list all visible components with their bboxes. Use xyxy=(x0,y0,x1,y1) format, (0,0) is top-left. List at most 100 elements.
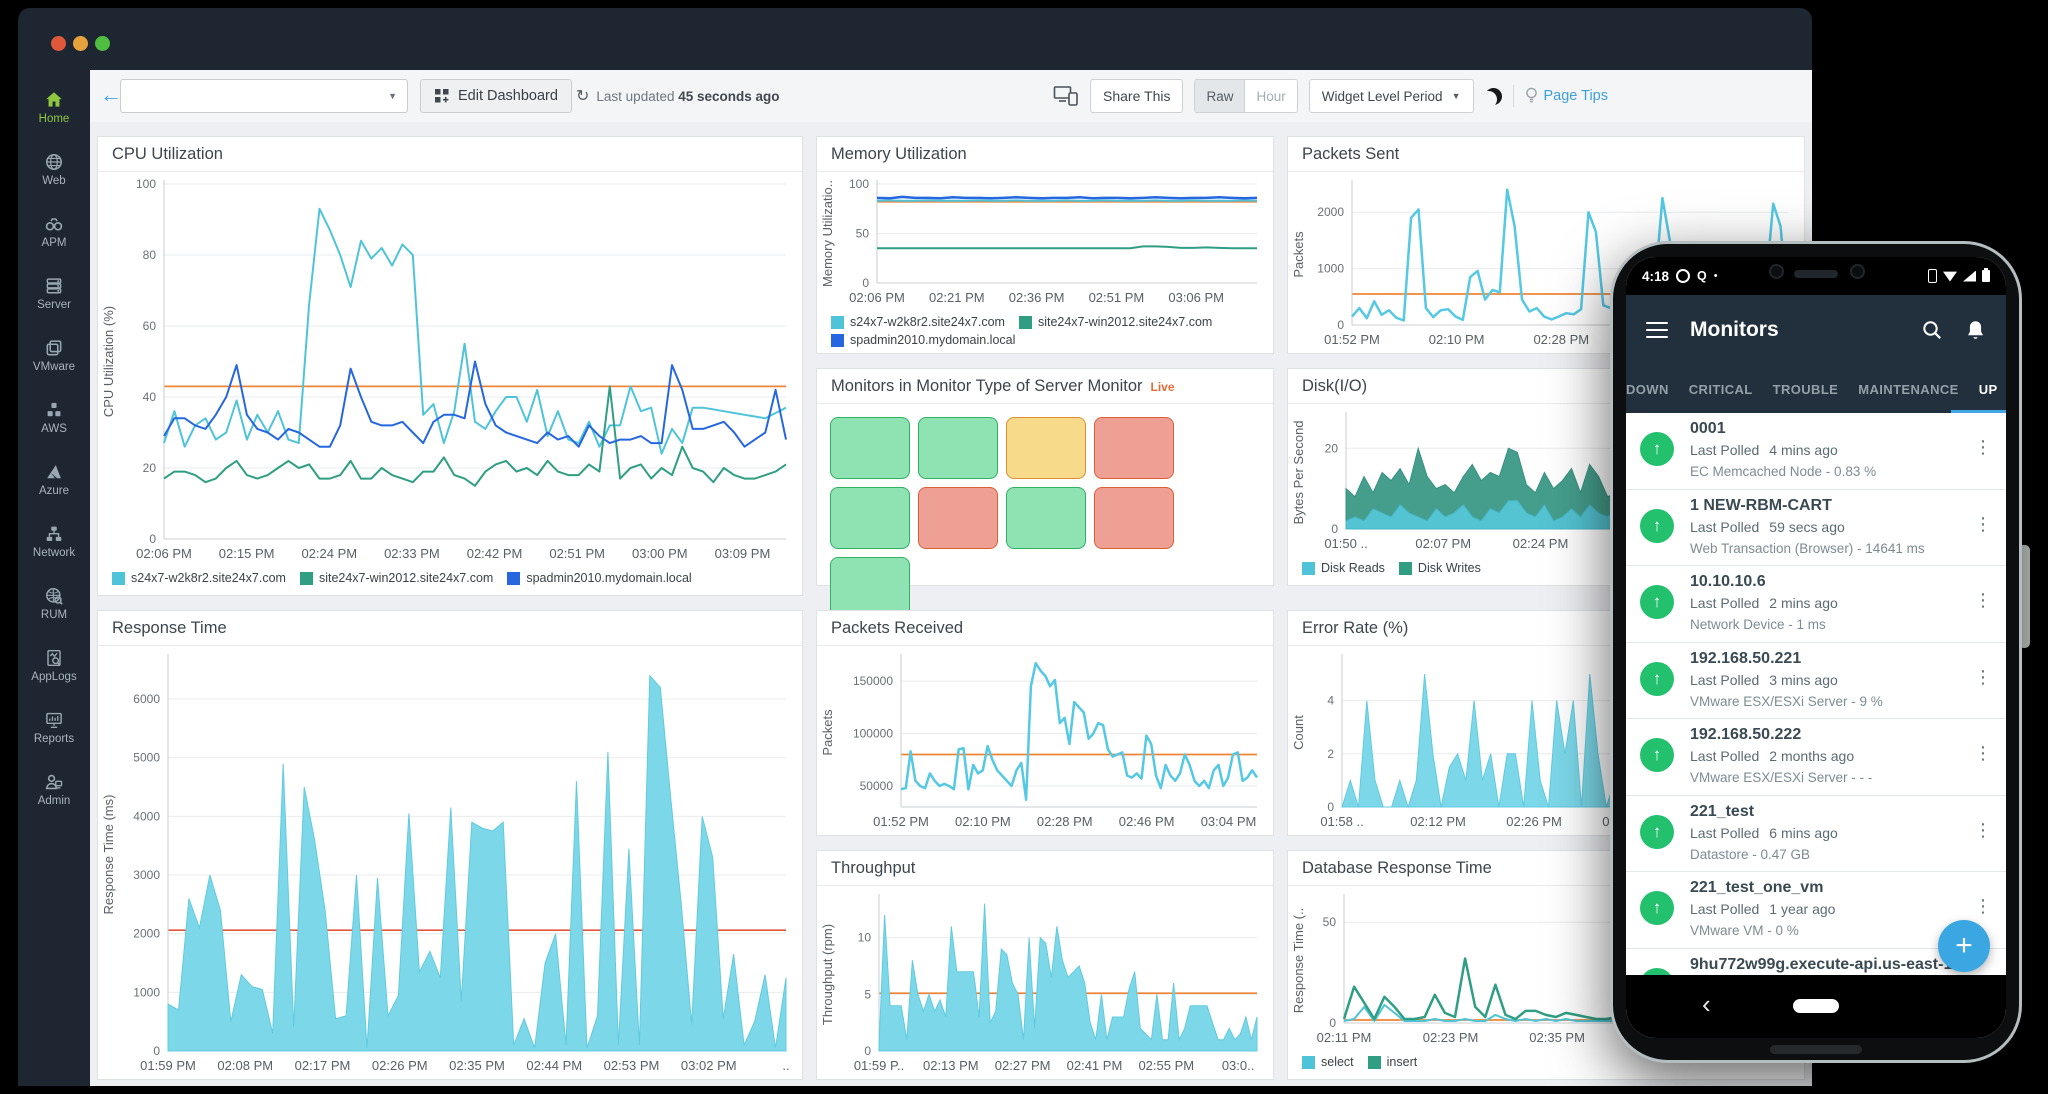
panel-cpu-utilization: CPU Utilization 02040608010002:06 PM02:1… xyxy=(97,136,803,596)
edit-dashboard-label: Edit Dashboard xyxy=(458,88,558,104)
edit-dashboard-button[interactable]: Edit Dashboard xyxy=(420,79,572,113)
monitor-last-polled: Last Polled6 mins ago xyxy=(1690,825,1838,841)
phone-tab-down[interactable]: DOWN xyxy=(1626,365,1679,413)
kebab-menu-icon[interactable]: ⋮ xyxy=(1974,896,1992,917)
sidebar-item-rum[interactable]: RUM xyxy=(18,586,90,621)
home-icon xyxy=(44,90,64,110)
monitor-tile-up[interactable] xyxy=(830,417,910,479)
monitor-tile-trouble[interactable] xyxy=(1006,417,1086,479)
svg-text:0: 0 xyxy=(864,1044,871,1058)
panel-packets-received: Packets Received 5000010000015000001:52 … xyxy=(816,610,1274,836)
response-time-chart[interactable]: 010002000300040005000600001:59 PM02:08 P… xyxy=(98,646,802,1079)
svg-text:20: 20 xyxy=(143,461,157,475)
monitor-tile-critical[interactable] xyxy=(1094,417,1174,479)
cpu-utilization-chart[interactable]: 02040608010002:06 PM02:15 PM02:24 PM02:3… xyxy=(98,172,802,567)
sidebar-item-reports[interactable]: Reports xyxy=(18,710,90,745)
refresh-icon[interactable]: ↻ xyxy=(576,86,589,106)
monitor-tile-critical[interactable] xyxy=(1094,487,1174,549)
window-close-button[interactable] xyxy=(51,36,66,51)
nav-back-icon[interactable]: ‹ xyxy=(1702,989,1711,1020)
hamburger-menu-icon[interactable] xyxy=(1646,322,1668,339)
raw-segment[interactable]: Raw xyxy=(1195,80,1244,112)
monitor-info: Web Transaction (Browser) - 14641 ms xyxy=(1690,541,1925,556)
legend-item: select xyxy=(1302,1055,1354,1069)
sidebar-item-admin[interactable]: Admin xyxy=(18,772,90,807)
status-up-icon: ↑ xyxy=(1640,891,1674,925)
svg-text:50: 50 xyxy=(1323,915,1337,929)
dark-mode-moon-icon[interactable] xyxy=(1485,88,1502,105)
svg-text:03:0..: 03:0.. xyxy=(1222,1058,1255,1073)
svg-text:03:02 PM: 03:02 PM xyxy=(681,1058,737,1073)
monitor-tile-up[interactable] xyxy=(1006,487,1086,549)
lightbulb-icon xyxy=(1525,87,1538,105)
phone-tab-trouble[interactable]: TROUBLE xyxy=(1763,365,1849,413)
back-arrow-icon[interactable]: ← xyxy=(100,82,122,108)
toolbar-divider xyxy=(1513,85,1514,107)
add-monitor-fab[interactable]: + xyxy=(1938,920,1990,972)
vmware-icon xyxy=(44,338,64,358)
server-icon xyxy=(44,276,64,296)
phone-tab-up[interactable]: UP xyxy=(1969,365,2006,413)
monitor-name: 10.10.10.6 xyxy=(1690,573,1766,591)
azure-icon xyxy=(44,462,64,482)
svg-text:CPU Utilization (%): CPU Utilization (%) xyxy=(101,306,116,417)
sidebar-item-aws[interactable]: AWS xyxy=(18,400,90,435)
devices-icon[interactable] xyxy=(1053,85,1079,107)
monitor-tile-up[interactable] xyxy=(918,417,998,479)
svg-text:02:15 PM: 02:15 PM xyxy=(219,546,275,561)
phone-screen: 4:18 Q • Monitors xyxy=(1626,257,2006,1038)
window-zoom-button[interactable] xyxy=(95,36,110,51)
kebab-menu-icon[interactable]: ⋮ xyxy=(1974,743,1992,764)
nav-home-pill[interactable] xyxy=(1793,999,1839,1013)
admin-icon xyxy=(44,772,64,792)
svg-text:02:51 PM: 02:51 PM xyxy=(1089,290,1145,305)
phone-tab-critical[interactable]: CRITICAL xyxy=(1679,365,1763,413)
svg-text:01:50 ..: 01:50 .. xyxy=(1324,536,1367,551)
sidebar-item-web[interactable]: Web xyxy=(18,152,90,187)
widget-level-period-dropdown[interactable]: Widget Level Period ▼ xyxy=(1309,79,1474,113)
monitor-tile-up[interactable] xyxy=(830,487,910,549)
panel-title: Packets Sent xyxy=(1288,137,1804,172)
monitor-tile-critical[interactable] xyxy=(918,487,998,549)
search-icon[interactable] xyxy=(1921,319,1943,341)
svg-text:5: 5 xyxy=(864,987,871,1001)
sidebar-item-applogs[interactable]: AppLogs xyxy=(18,648,90,683)
svg-text:0: 0 xyxy=(1327,800,1334,814)
network-icon xyxy=(44,524,64,544)
monitor-row[interactable]: ↑221_testLast Polled6 mins agoDatastore … xyxy=(1626,796,2006,873)
monitor-row[interactable]: ↑0001Last Polled4 mins agoEC Memcached N… xyxy=(1626,413,2006,490)
kebab-menu-icon[interactable]: ⋮ xyxy=(1974,437,1992,458)
kebab-menu-icon[interactable]: ⋮ xyxy=(1974,820,1992,841)
page-tips-button[interactable]: Page Tips xyxy=(1525,87,1609,105)
monitor-row[interactable]: ↑192.168.50.221Last Polled3 mins agoVMwa… xyxy=(1626,643,2006,720)
sidebar-item-apm[interactable]: APM xyxy=(18,214,90,249)
monitor-row[interactable]: ↑10.10.10.6Last Polled2 mins agoNetwork … xyxy=(1626,566,2006,643)
reports-icon xyxy=(44,710,64,730)
svg-text:02:28 PM: 02:28 PM xyxy=(1533,332,1589,347)
dashboard-select[interactable]: ▼ xyxy=(120,79,408,113)
packets-received-chart[interactable]: 5000010000015000001:52 PM02:10 PM02:28 P… xyxy=(817,646,1273,835)
monitor-row[interactable]: ↑192.168.50.222Last Polled2 months agoVM… xyxy=(1626,719,2006,796)
sidebar-item-network[interactable]: Network xyxy=(18,524,90,559)
sidebar-item-azure[interactable]: Azure xyxy=(18,462,90,497)
svg-text:02:42 PM: 02:42 PM xyxy=(467,546,523,561)
kebab-menu-icon[interactable]: ⋮ xyxy=(1974,667,1992,688)
sidebar-item-home[interactable]: Home xyxy=(18,90,90,125)
phone-tab-maintenance[interactable]: MAINTENANCE xyxy=(1848,365,1968,413)
window-minimize-button[interactable] xyxy=(73,36,88,51)
bell-icon[interactable] xyxy=(1965,319,1986,342)
sidebar-item-label: Web xyxy=(18,175,90,187)
hour-segment[interactable]: Hour xyxy=(1244,80,1296,112)
sidebar-item-vmware[interactable]: VMware xyxy=(18,338,90,373)
share-this-button[interactable]: Share This xyxy=(1090,79,1183,113)
sidebar-item-server[interactable]: Server xyxy=(18,276,90,311)
svg-text:Memory Utilizatio..: Memory Utilizatio.. xyxy=(820,180,835,287)
memory-utilization-chart[interactable]: 05010002:06 PM02:21 PM02:36 PM02:51 PM03… xyxy=(817,172,1273,311)
kebab-menu-icon[interactable]: ⋮ xyxy=(1974,590,1992,611)
throughput-chart[interactable]: 051001:59 P..02:13 PM02:27 PM02:41 PM02:… xyxy=(817,886,1273,1079)
panel-title: Throughput xyxy=(817,851,1273,886)
svg-text:100: 100 xyxy=(849,177,869,191)
monitor-row[interactable]: ↑1 NEW-RBM-CARTLast Polled59 secs agoWeb… xyxy=(1626,490,2006,567)
raw-hour-toggle: Raw Hour xyxy=(1194,79,1297,113)
kebab-menu-icon[interactable]: ⋮ xyxy=(1974,514,1992,535)
